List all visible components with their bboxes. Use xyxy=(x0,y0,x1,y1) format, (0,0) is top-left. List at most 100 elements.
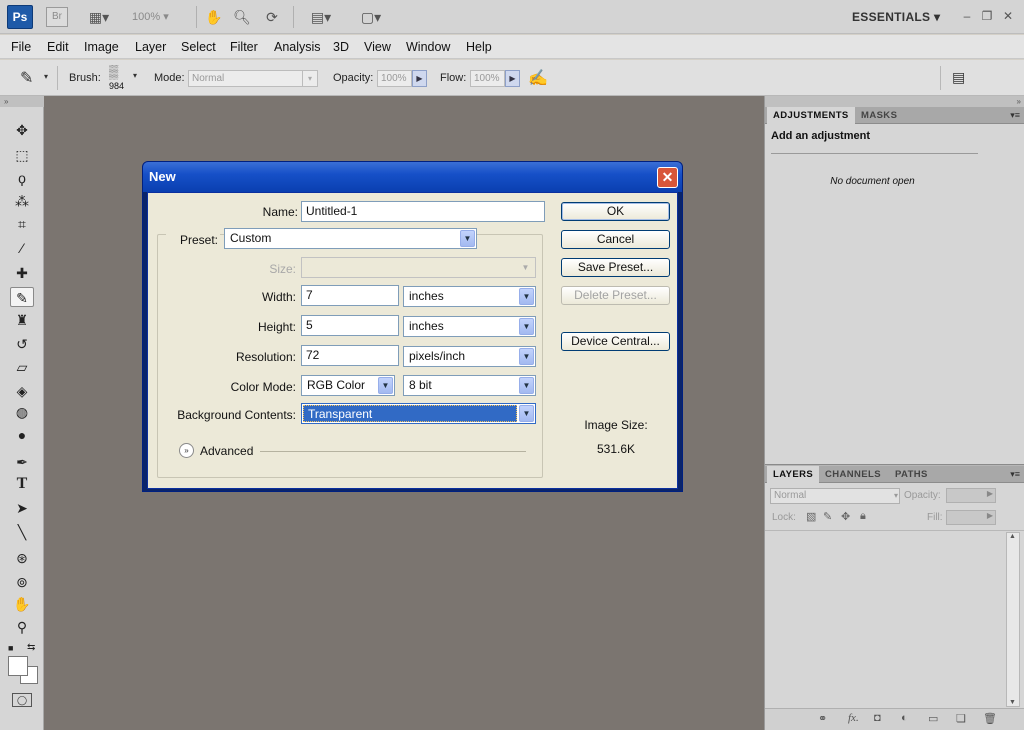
tab-channels[interactable]: CHANNELS xyxy=(819,466,887,483)
clone-stamp-tool-icon[interactable]: ♜ xyxy=(10,310,34,330)
device-central-button[interactable]: Device Central... xyxy=(561,332,670,351)
opacity-input[interactable]: 100% xyxy=(377,70,412,87)
rotate-view-icon[interactable]: ⟳ xyxy=(262,8,282,26)
width-input[interactable]: 7 xyxy=(301,285,399,306)
delete-layer-icon[interactable]: 🗑︎ xyxy=(983,712,997,725)
tab-masks[interactable]: MASKS xyxy=(855,107,903,124)
name-input[interactable]: Untitled-1 xyxy=(301,201,545,222)
ok-button[interactable]: OK xyxy=(561,202,670,221)
new-group-icon[interactable]: ▭ xyxy=(928,712,938,725)
close-icon[interactable]: ✕ xyxy=(1000,8,1016,24)
expand-panel-icon[interactable]: » xyxy=(0,96,44,107)
color-mode-select[interactable]: RGB Color ▼ xyxy=(301,375,395,396)
preset-select[interactable]: Custom ▼ xyxy=(224,228,477,249)
size-select[interactable]: ▼ xyxy=(301,257,536,278)
screen-icon[interactable]: ▢▾ xyxy=(354,8,388,26)
lock-transparency-icon[interactable]: ▧ xyxy=(806,510,816,523)
default-colors-icon[interactable]: ■ xyxy=(8,643,13,653)
menu-3d[interactable]: 3D xyxy=(333,39,349,55)
brush-tool-icon[interactable]: ✎ xyxy=(10,287,34,307)
menu-file[interactable]: File xyxy=(11,39,31,55)
menu-filter[interactable]: Filter xyxy=(230,39,258,55)
line-tool-icon[interactable]: ╲ xyxy=(10,522,34,542)
arrange-documents-icon[interactable]: ▤▾ xyxy=(304,8,338,26)
resolution-input[interactable]: 72 xyxy=(301,345,399,366)
path-selection-tool-icon[interactable]: ➤ xyxy=(10,498,34,518)
cancel-button[interactable]: Cancel xyxy=(561,230,670,249)
menu-image[interactable]: Image xyxy=(84,39,119,55)
tab-adjustments[interactable]: ADJUSTMENTS xyxy=(767,107,855,124)
restore-icon[interactable]: ❐ xyxy=(979,8,995,24)
layers-scrollbar[interactable]: ▲ ▼ xyxy=(1006,532,1020,707)
menu-layer[interactable]: Layer xyxy=(135,39,166,55)
eyedropper-tool-icon[interactable]: ⁄ xyxy=(10,238,34,258)
lasso-tool-icon[interactable]: ϙ xyxy=(10,168,34,188)
marquee-tool-icon[interactable]: ⬚ xyxy=(10,145,34,165)
add-mask-icon[interactable]: ◘ xyxy=(874,712,881,724)
healing-brush-tool-icon[interactable]: ✚ xyxy=(10,263,34,283)
width-unit-select[interactable]: inches ▼ xyxy=(403,286,536,307)
background-contents-select[interactable]: Transparent ▼ xyxy=(301,403,536,424)
lock-all-icon[interactable]: 🔒︎ xyxy=(860,510,866,523)
link-layers-icon[interactable]: ⚭ xyxy=(818,712,827,725)
fx-icon[interactable]: fx. xyxy=(848,712,859,724)
panel-menu-icon[interactable]: ▾≡ xyxy=(1010,466,1020,483)
scroll-up-icon[interactable]: ▲ xyxy=(1009,533,1016,540)
zoom-icon[interactable]: 🔍︎ xyxy=(232,8,252,26)
panel-toggle-icon[interactable]: ▤ xyxy=(952,69,965,86)
tab-paths[interactable]: PATHS xyxy=(889,466,934,483)
pen-tool-icon[interactable]: ✒ xyxy=(10,452,34,472)
mode-select[interactable]: Normal ▾ xyxy=(188,70,318,87)
advanced-label[interactable]: Advanced xyxy=(200,444,253,458)
menu-analysis[interactable]: Analysis xyxy=(274,39,321,55)
magic-wand-tool-icon[interactable]: ⁂ xyxy=(10,191,34,211)
adjustment-layer-icon[interactable]: ◐ xyxy=(901,712,908,724)
move-tool-icon[interactable]: ✥ xyxy=(10,120,34,140)
menu-select[interactable]: Select xyxy=(181,39,216,55)
zoom-level-dropdown[interactable]: 100% ▾ xyxy=(132,8,169,26)
workspace-switcher[interactable]: ESSENTIALS ▾ xyxy=(852,8,940,26)
burn-tool-icon[interactable]: ● xyxy=(10,425,34,445)
airbrush-icon[interactable]: ✍ xyxy=(528,68,548,88)
lock-pixels-icon[interactable]: ✎ xyxy=(823,510,832,523)
bit-depth-select[interactable]: 8 bit ▼ xyxy=(403,375,536,396)
flow-input[interactable]: 100% xyxy=(470,70,505,87)
history-brush-tool-icon[interactable]: ↺ xyxy=(10,334,34,354)
scroll-down-icon[interactable]: ▼ xyxy=(1009,699,1016,706)
eraser-tool-icon[interactable]: ▱ xyxy=(10,357,34,377)
height-unit-select[interactable]: inches ▼ xyxy=(403,316,536,337)
new-layer-icon[interactable]: ❏ xyxy=(956,712,966,725)
collapse-panels-icon[interactable]: » xyxy=(765,96,1024,107)
fill-input[interactable]: ▶ xyxy=(946,510,996,525)
paint-bucket-tool-icon[interactable]: ◈ xyxy=(10,381,34,401)
menu-help[interactable]: Help xyxy=(466,39,492,55)
brush-picker[interactable]: ▒ 984 ▾ xyxy=(106,64,146,94)
hand-icon[interactable]: ✋ xyxy=(204,8,224,26)
layer-opacity-input[interactable]: ▶ xyxy=(946,488,996,503)
menu-edit[interactable]: Edit xyxy=(47,39,69,55)
delete-preset-button[interactable]: Delete Preset... xyxy=(561,286,670,305)
minimize-icon[interactable]: – xyxy=(959,8,975,24)
dodge-tool-icon[interactable]: ◍ xyxy=(10,402,34,422)
menu-view[interactable]: View xyxy=(364,39,391,55)
panel-menu-icon[interactable]: ▾≡ xyxy=(1010,107,1020,124)
swap-colors-icon[interactable]: ⇆ xyxy=(27,642,35,653)
3d-rotate-tool-icon[interactable]: ⊛ xyxy=(10,548,34,568)
quick-mask-icon[interactable]: ◯ xyxy=(12,693,32,707)
bridge-launch-button[interactable]: Br xyxy=(46,7,68,27)
zoom-tool-icon[interactable]: ⚲ xyxy=(10,617,34,637)
resolution-unit-select[interactable]: pixels/inch ▼ xyxy=(403,346,536,367)
menu-window[interactable]: Window xyxy=(406,39,450,55)
tab-layers[interactable]: LAYERS xyxy=(767,466,820,483)
height-input[interactable]: 5 xyxy=(301,315,399,336)
tool-preset-picker[interactable]: ✎ ▾ xyxy=(6,66,58,90)
opacity-slider-button[interactable]: ▶ xyxy=(412,70,427,87)
blend-mode-select[interactable]: Normal ▾ xyxy=(770,488,900,504)
flow-slider-button[interactable]: ▶ xyxy=(505,70,520,87)
expand-advanced-icon[interactable]: » xyxy=(179,443,194,458)
3d-orbit-tool-icon[interactable]: ⊚ xyxy=(10,572,34,592)
type-tool-icon[interactable]: T xyxy=(10,474,34,494)
hand-tool-icon[interactable]: ✋ xyxy=(10,594,34,614)
foreground-color-swatch[interactable] xyxy=(8,656,28,676)
screen-mode-icon[interactable]: ▦▾ xyxy=(82,8,116,26)
